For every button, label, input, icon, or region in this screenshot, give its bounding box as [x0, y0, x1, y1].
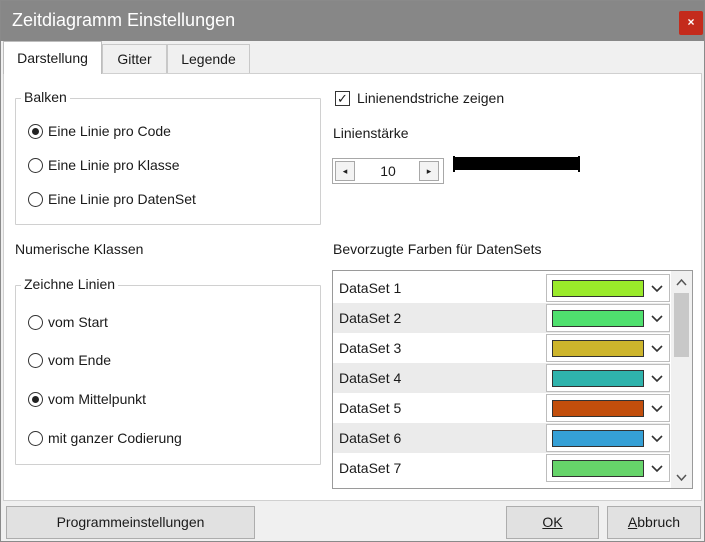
dataset-name: DataSet 4	[339, 370, 402, 386]
radio-eine-linie-pro-datenset[interactable]: Eine Linie pro DatenSet	[28, 191, 196, 207]
linienstaerke-label: Linienstärke	[333, 125, 409, 141]
window-title: Zeitdiagramm Einstellungen	[12, 10, 236, 30]
chevron-down-icon[interactable]	[649, 310, 665, 326]
title-bar[interactable]: Zeitdiagramm Einstellungen ×	[1, 1, 704, 41]
radio-indicator[interactable]	[28, 123, 43, 139]
dataset-name: DataSet 7	[339, 460, 402, 476]
dataset-color-combo[interactable]	[546, 364, 670, 392]
linienendstriche-checkbox[interactable]: ✓	[335, 90, 350, 106]
farben-heading: Bevorzugte Farben für DatenSets	[333, 241, 542, 257]
radio-vom-ende[interactable]: vom Ende	[28, 352, 111, 368]
dataset-name: DataSet 3	[339, 340, 402, 356]
dataset-row: DataSet 4	[333, 363, 670, 393]
radio-indicator[interactable]	[28, 314, 43, 330]
radio-mit-ganzer-codierung[interactable]: mit ganzer Codierung	[28, 430, 182, 446]
radio-label: mit ganzer Codierung	[48, 430, 182, 446]
radio-label: Eine Linie pro Klasse	[48, 157, 180, 173]
dataset-color-list: DataSet 1 DataSet 2 DataSet 3 DataSet 4 Data…	[332, 270, 693, 489]
radio-vom-start[interactable]: vom Start	[28, 314, 108, 330]
dataset-color-combo[interactable]	[546, 274, 670, 302]
radio-indicator[interactable]	[28, 191, 43, 207]
dataset-color-combo[interactable]	[546, 454, 670, 482]
radio-label: vom Start	[48, 314, 108, 330]
line-width-preview	[453, 156, 580, 172]
abbruch-label: Abbruch	[627, 514, 681, 530]
increment-button[interactable]: ▸	[419, 161, 439, 181]
tab-darstellung[interactable]: Darstellung	[3, 41, 102, 74]
decrement-button[interactable]: ◂	[335, 161, 355, 181]
color-swatch	[552, 460, 644, 477]
chevron-down-icon[interactable]	[649, 340, 665, 356]
radio-label: Eine Linie pro Code	[48, 123, 171, 139]
scrollbar-thumb[interactable]	[674, 293, 689, 357]
radio-label: Eine Linie pro DatenSet	[48, 191, 196, 207]
programmeinstellungen-button[interactable]: Programmeinstellungen	[6, 506, 255, 539]
tab-legende[interactable]: Legende	[167, 44, 250, 74]
radio-eine-linie-pro-code[interactable]: Eine Linie pro Code	[28, 123, 171, 139]
radio-label: vom Mittelpunkt	[48, 391, 147, 407]
linienstaerke-value[interactable]: 10	[357, 163, 419, 179]
chevron-down-icon[interactable]	[649, 400, 665, 416]
radio-indicator[interactable]	[28, 157, 43, 173]
dataset-name: DataSet 6	[339, 430, 402, 446]
dataset-color-combo[interactable]	[546, 424, 670, 452]
ok-button[interactable]: OK	[506, 506, 599, 539]
balken-group: Balken Eine Linie pro Code Eine Linie pr…	[15, 89, 321, 225]
dataset-color-combo[interactable]	[546, 334, 670, 362]
chevron-down-icon[interactable]	[649, 460, 665, 476]
dataset-name: DataSet 1	[339, 280, 402, 296]
dataset-color-combo[interactable]	[546, 394, 670, 422]
linienstaerke-spinner: ◂ 10 ▸	[332, 158, 444, 184]
close-button[interactable]: ×	[679, 11, 703, 35]
dataset-row: DataSet 7	[333, 453, 670, 483]
abbruch-button[interactable]: Abbruch	[607, 506, 701, 539]
chevron-down-icon[interactable]	[649, 370, 665, 386]
linienendstriche-label: Linienendstriche zeigen	[357, 90, 505, 106]
color-swatch	[552, 430, 644, 447]
color-swatch	[552, 280, 644, 297]
dataset-row: DataSet 1	[333, 273, 670, 303]
color-swatch	[552, 370, 644, 387]
dataset-row: DataSet 3	[333, 333, 670, 363]
tab-strip: Darstellung Gitter Legende	[1, 41, 704, 74]
scroll-down-icon[interactable]	[675, 471, 688, 484]
scroll-up-icon[interactable]	[675, 276, 688, 289]
dataset-row: DataSet 2	[333, 303, 670, 333]
zeichne-linien-legend: Zeichne Linien	[21, 276, 119, 292]
color-swatch	[552, 310, 644, 327]
dataset-row: DataSet 5	[333, 393, 670, 423]
dataset-name: DataSet 2	[339, 310, 402, 326]
color-swatch	[552, 400, 644, 417]
dataset-name: DataSet 5	[339, 400, 402, 416]
numerische-klassen-heading: Numerische Klassen	[15, 241, 144, 257]
dataset-color-combo[interactable]	[546, 304, 670, 332]
dialog-window: Zeitdiagramm Einstellungen × Darstellung…	[0, 0, 705, 542]
chevron-down-icon[interactable]	[649, 430, 665, 446]
balken-legend: Balken	[21, 89, 70, 105]
linienendstriche-checkbox-row[interactable]: ✓ Linienendstriche zeigen	[335, 90, 504, 106]
radio-label: vom Ende	[48, 352, 112, 368]
radio-vom-mittelpunkt[interactable]: vom Mittelpunkt	[28, 391, 146, 407]
radio-indicator[interactable]	[28, 391, 43, 407]
color-swatch	[552, 340, 644, 357]
dataset-row: DataSet 6	[333, 423, 670, 453]
radio-indicator[interactable]	[28, 430, 43, 446]
vertical-scrollbar[interactable]	[671, 271, 692, 488]
zeichne-linien-group: Zeichne Linien vom Start vom Ende vom Mi…	[15, 276, 321, 465]
tab-gitter[interactable]: Gitter	[102, 44, 167, 74]
radio-indicator[interactable]	[28, 352, 43, 368]
chevron-down-icon[interactable]	[649, 280, 665, 296]
radio-eine-linie-pro-klasse[interactable]: Eine Linie pro Klasse	[28, 157, 180, 173]
